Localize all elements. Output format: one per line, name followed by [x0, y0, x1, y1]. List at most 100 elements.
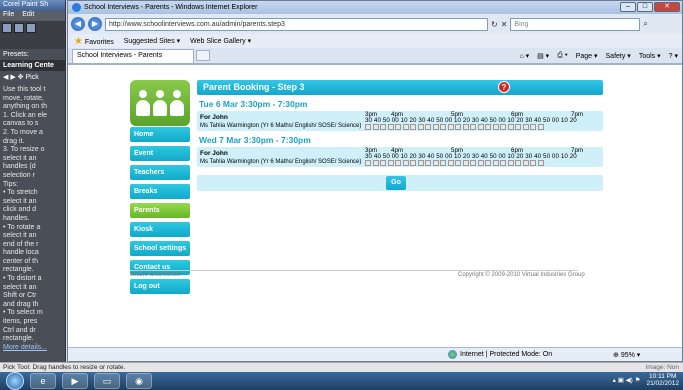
slot-checkbox[interactable]	[447, 124, 454, 130]
slot-checkbox[interactable]	[492, 160, 499, 166]
address-bar: ◀ ▶ http://www.schoolinterviews.com.au/a…	[68, 14, 682, 34]
zoom-control[interactable]: ⊕ 95% ▾	[613, 351, 640, 359]
tray-icons[interactable]: ▴ ▣ ◀) ⚑	[613, 376, 641, 384]
slot-checkbox[interactable]	[455, 160, 461, 166]
slot-checkbox[interactable]	[522, 124, 529, 130]
slot-checkbox[interactable]	[425, 160, 431, 166]
explorer-taskbar-icon[interactable]: ▭	[94, 373, 120, 389]
search-input[interactable]: Bing	[510, 17, 641, 31]
presets-label: Presets:	[3, 51, 29, 58]
slot-checkbox[interactable]	[387, 160, 394, 166]
slot-checkbox[interactable]	[387, 124, 394, 130]
home-icon[interactable]: ⌂ ▾	[519, 52, 529, 60]
slot-checkbox[interactable]	[537, 124, 544, 130]
slot-checkbox[interactable]	[447, 160, 454, 166]
forward-icon[interactable]: ▶	[88, 17, 102, 31]
slot-checkbox[interactable]	[380, 124, 386, 130]
new-icon[interactable]	[2, 23, 12, 33]
help-menu-icon[interactable]: ? ▾	[669, 52, 678, 60]
slot-checkbox[interactable]	[410, 160, 416, 166]
help-line: • To stretch	[3, 189, 38, 197]
security-zone[interactable]: Internet | Protected Mode: On	[448, 350, 552, 359]
safety-menu[interactable]: Safety ▾	[606, 52, 631, 60]
nav-item-breaks[interactable]: Breaks	[130, 184, 190, 199]
slot-checkbox[interactable]	[500, 160, 506, 166]
maximize-button[interactable]: □	[637, 2, 653, 12]
slot-checkbox[interactable]	[477, 124, 484, 130]
slot-checkbox[interactable]	[455, 124, 461, 130]
slot-checkbox[interactable]	[372, 160, 379, 166]
suggested-sites-link[interactable]: Suggested Sites ▾	[124, 37, 180, 45]
slot-checkbox[interactable]	[507, 124, 514, 130]
stop-icon[interactable]: ✕	[501, 20, 508, 29]
pick-tool-label: ◀ ▶ ✥ Pick	[3, 74, 39, 81]
system-tray: ▴ ▣ ◀) ⚑ 10:11 PM 21/02/2012	[613, 373, 679, 387]
slot-checkbox[interactable]	[402, 124, 409, 130]
slot-checkbox[interactable]	[410, 124, 416, 130]
corel-taskbar-icon[interactable]: ◉	[126, 373, 152, 389]
search-icon[interactable]: ⌕	[643, 19, 647, 29]
refresh-icon[interactable]: ↻	[491, 20, 498, 29]
slot-checkbox[interactable]	[365, 124, 371, 130]
slot-checkbox[interactable]	[492, 124, 499, 130]
page-menu[interactable]: Page ▾	[576, 52, 598, 60]
print-icon[interactable]: ⎙ ▾	[557, 52, 568, 60]
menu-file[interactable]: File	[3, 11, 14, 18]
minimize-button[interactable]: –	[620, 2, 636, 12]
nav-item-parents[interactable]: Parents	[130, 203, 190, 218]
open-icon[interactable]	[14, 23, 24, 33]
ie-taskbar-icon[interactable]: e	[30, 373, 56, 389]
nav-item-log-out[interactable]: Log out	[130, 279, 190, 294]
close-button[interactable]: ✕	[654, 2, 680, 12]
save-icon[interactable]	[26, 23, 36, 33]
slot-checkbox[interactable]	[477, 160, 484, 166]
favorites-button[interactable]: ★ Favorites	[74, 36, 114, 47]
menu-edit[interactable]: Edit	[22, 11, 34, 18]
feeds-icon[interactable]: ▤ ▾	[537, 52, 549, 60]
slot-checkbox[interactable]	[395, 124, 401, 130]
nav-item-kiosk[interactable]: Kiosk	[130, 222, 190, 237]
start-button[interactable]	[6, 372, 24, 390]
media-player-taskbar-icon[interactable]: ▶	[62, 373, 88, 389]
help-icon[interactable]: ?	[498, 81, 510, 93]
slot-checkbox[interactable]	[402, 160, 409, 166]
slot-checkbox[interactable]	[432, 124, 439, 130]
slot-checkbox[interactable]	[380, 160, 386, 166]
tab-school-interviews[interactable]: School Interviews - Parents	[72, 48, 194, 63]
new-tab-button[interactable]	[196, 50, 210, 61]
slot-checkbox[interactable]	[515, 160, 521, 166]
slot-checkbox[interactable]	[395, 160, 401, 166]
slot-checkbox[interactable]	[432, 160, 439, 166]
tools-menu[interactable]: Tools ▾	[639, 52, 661, 60]
slot-checkbox[interactable]	[515, 124, 521, 130]
back-icon[interactable]: ◀	[71, 17, 85, 31]
slot-checkbox[interactable]	[485, 160, 491, 166]
slot-checkbox[interactable]	[365, 160, 371, 166]
slot-checkbox[interactable]	[530, 160, 536, 166]
slot-checkbox[interactable]	[425, 124, 431, 130]
slot-checkbox[interactable]	[440, 124, 446, 130]
more-details-link[interactable]: More details...	[3, 344, 47, 351]
nav-item-teachers[interactable]: Teachers	[130, 165, 190, 180]
url-input[interactable]: http://www.schoolinterviews.com.au/admin…	[105, 17, 488, 31]
slot-checkbox[interactable]	[440, 160, 446, 166]
slot-checkbox[interactable]	[500, 124, 506, 130]
slot-checkbox[interactable]	[530, 124, 536, 130]
slot-checkbox[interactable]	[470, 160, 476, 166]
slot-checkbox[interactable]	[522, 160, 529, 166]
slot-checkbox[interactable]	[537, 160, 544, 166]
slot-checkbox[interactable]	[470, 124, 476, 130]
nav-item-home[interactable]: Home	[130, 127, 190, 142]
nav-item-event[interactable]: Event	[130, 146, 190, 161]
slot-checkbox[interactable]	[372, 124, 379, 130]
nav-item-school-settings[interactable]: School settings	[130, 241, 190, 256]
slot-checkbox[interactable]	[462, 124, 469, 130]
slot-checkbox[interactable]	[507, 160, 514, 166]
slot-checkbox[interactable]	[417, 160, 424, 166]
slot-checkbox[interactable]	[462, 160, 469, 166]
web-slice-gallery-link[interactable]: Web Slice Gallery ▾	[190, 37, 251, 45]
slot-checkbox[interactable]	[485, 124, 491, 130]
clock[interactable]: 10:11 PM 21/02/2012	[646, 373, 679, 387]
go-button[interactable]: Go	[386, 176, 406, 190]
slot-checkbox[interactable]	[417, 124, 424, 130]
